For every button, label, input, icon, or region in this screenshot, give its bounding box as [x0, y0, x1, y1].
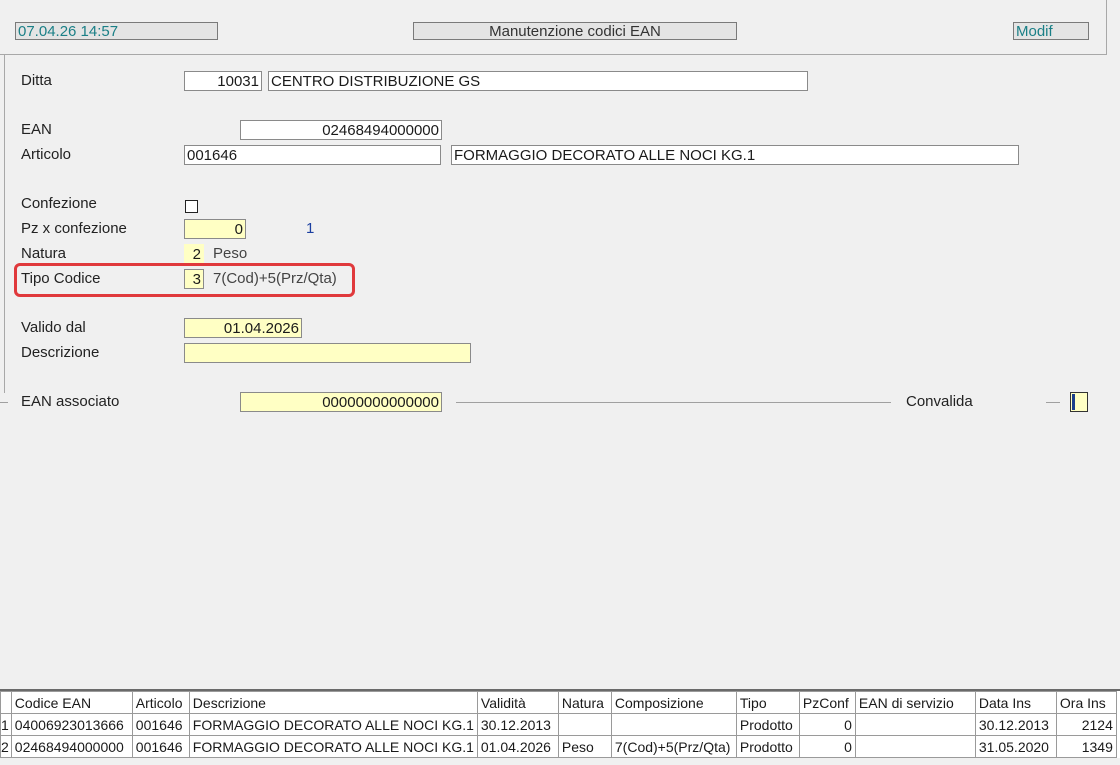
cell-codice-ean: 04006923013666: [10, 713, 133, 736]
convalida-label: Convalida: [906, 393, 973, 410]
articolo-code-field[interactable]: 001646: [184, 145, 441, 165]
frame-right-top: [1106, 0, 1107, 55]
descrizione-field[interactable]: [184, 343, 471, 363]
ditta-code-field[interactable]: 10031: [184, 71, 262, 91]
cell-natura: Peso: [557, 735, 612, 758]
cell-ean-servizio: [854, 735, 976, 758]
cell-descrizione: FORMAGGIO DECORATO ALLE NOCI KG.1: [188, 735, 478, 758]
cell-articolo: 001646: [131, 713, 190, 736]
col-header-codice-ean[interactable]: Codice EAN: [10, 691, 133, 714]
cell-composizione: 7(Cod)+5(Prz/Qta): [610, 735, 737, 758]
datetime-display: 07.04.26 14:57: [15, 22, 218, 40]
ean-field[interactable]: 02468494000000: [240, 120, 442, 140]
cell-composizione: [610, 713, 737, 736]
ean-associato-label: EAN associato: [21, 393, 120, 410]
cell-ora-ins: 1349: [1055, 735, 1117, 758]
convalida-checkbox[interactable]: [1070, 392, 1088, 412]
valido-dal-field[interactable]: 01.04.2026: [184, 318, 302, 338]
cell-codice-ean: 02468494000000: [10, 735, 133, 758]
cell-descrizione: FORMAGGIO DECORATO ALLE NOCI KG.1: [188, 713, 478, 736]
ean-table: Codice EAN Articolo Descrizione Validità…: [0, 691, 1117, 758]
col-header-tipo[interactable]: Tipo: [735, 691, 800, 714]
convalida-line: [1046, 402, 1060, 403]
ditta-name-field: CENTRO DISTRIBUZIONE GS: [268, 71, 808, 91]
cell-ean-servizio: [854, 713, 976, 736]
confezione-label: Confezione: [21, 195, 97, 212]
col-header-composizione[interactable]: Composizione: [610, 691, 737, 714]
cell-articolo: 001646: [131, 735, 190, 758]
table-row[interactable]: 1 04006923013666 001646 FORMAGGIO DECORA…: [0, 713, 1117, 736]
pz-confezione-label: Pz x confezione: [21, 220, 127, 237]
valido-dal-label: Valido dal: [21, 319, 86, 336]
col-header-ean-servizio[interactable]: EAN di servizio: [854, 691, 976, 714]
tipo-codice-highlight: [14, 263, 355, 297]
cell-tipo: Prodotto: [735, 735, 800, 758]
cell-data-ins: 30.12.2013: [974, 713, 1057, 736]
cell-ora-ins: 2124: [1055, 713, 1117, 736]
pz-confezione-field[interactable]: 0: [184, 219, 246, 239]
cell-validita: 01.04.2026: [476, 735, 559, 758]
table-header-row: Codice EAN Articolo Descrizione Validità…: [0, 691, 1117, 714]
header-separator: [0, 54, 1106, 55]
natura-text: Peso: [213, 245, 248, 262]
articolo-description-field: FORMAGGIO DECORATO ALLE NOCI KG.1: [451, 145, 1019, 165]
col-header-validita[interactable]: Validità: [476, 691, 559, 714]
ean-grid: Codice EAN Articolo Descrizione Validità…: [0, 689, 1120, 758]
cell-pzconf: 0: [798, 713, 856, 736]
natura-label: Natura: [21, 245, 67, 262]
table-row[interactable]: 2 02468494000000 001646 FORMAGGIO DECORA…: [0, 735, 1117, 758]
col-header-pzconf[interactable]: PzConf: [798, 691, 856, 714]
articolo-label: Articolo: [21, 146, 72, 163]
row-index: 1: [0, 713, 12, 736]
natura-field[interactable]: 2: [184, 244, 204, 264]
cell-validita: 30.12.2013: [476, 713, 559, 736]
confezione-checkbox[interactable]: [185, 200, 198, 213]
ean-associato-field[interactable]: 00000000000000: [240, 392, 442, 412]
frame-left: [4, 55, 5, 393]
col-header-natura[interactable]: Natura: [557, 691, 612, 714]
col-header-index: [0, 691, 12, 714]
col-header-descrizione[interactable]: Descrizione: [188, 691, 478, 714]
col-header-ora-ins[interactable]: Ora Ins: [1055, 691, 1117, 714]
pz-confezione-extra: 1: [306, 220, 315, 237]
cell-data-ins: 31.05.2020: [974, 735, 1057, 758]
cell-pzconf: 0: [798, 735, 856, 758]
row-index: 2: [0, 735, 12, 758]
ean-label: EAN: [21, 121, 52, 138]
ditta-label: Ditta: [21, 72, 52, 89]
descrizione-label: Descrizione: [21, 344, 100, 361]
cell-natura: [557, 713, 612, 736]
col-header-articolo[interactable]: Articolo: [131, 691, 190, 714]
col-header-data-ins[interactable]: Data Ins: [974, 691, 1057, 714]
window-title: Manutenzione codici EAN: [413, 22, 737, 40]
ean-associato-line-left: [0, 402, 8, 403]
mode-indicator: Modif: [1013, 22, 1089, 40]
cell-tipo: Prodotto: [735, 713, 800, 736]
ean-associato-line: [456, 402, 891, 403]
